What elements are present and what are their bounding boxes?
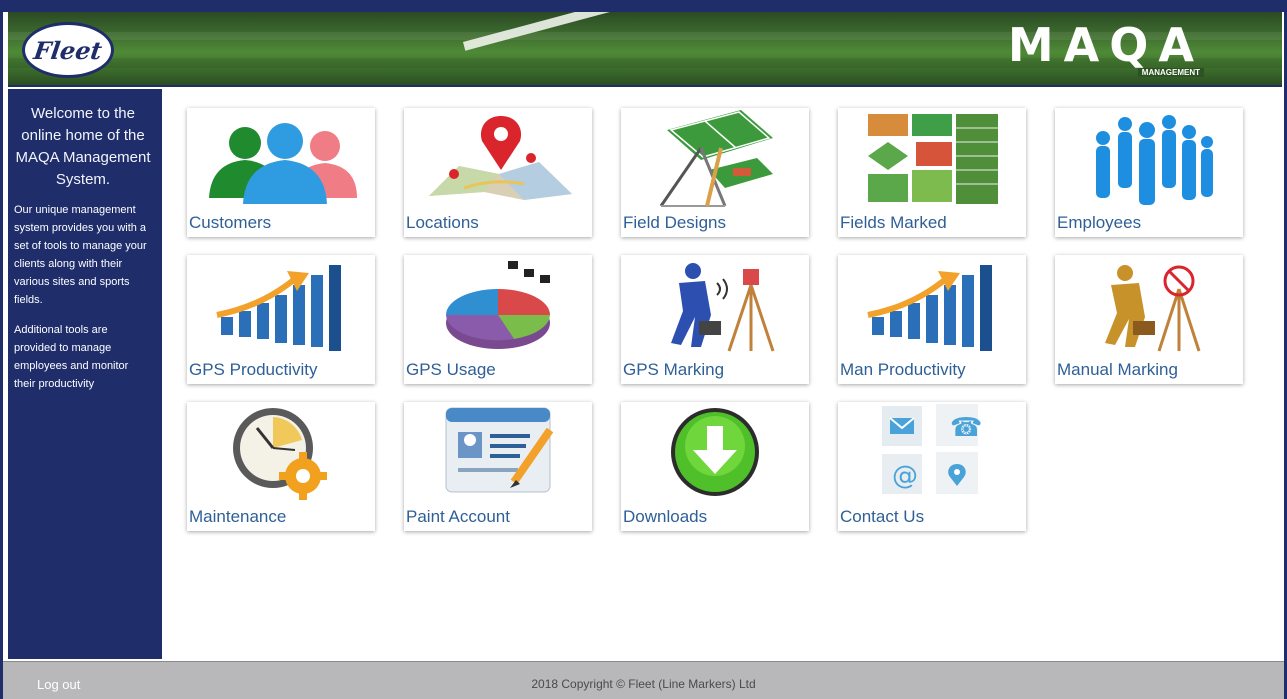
sidebar: Welcome to the online home of the MAQA M… xyxy=(8,89,162,659)
tile-maintenance[interactable]: Maintenance xyxy=(187,402,375,531)
maqa-logo: MAQA MANAGEMENT xyxy=(904,20,1204,80)
tile-contact-us[interactable]: ☎ @ Contact Us xyxy=(838,402,1026,531)
tile-man-productivity[interactable]: Man Productivity xyxy=(838,255,1026,384)
tile-employees[interactable]: Employees xyxy=(1055,108,1243,237)
gps-surveyor-icon xyxy=(671,263,775,352)
tile-paint-account[interactable]: Paint Account xyxy=(404,402,592,531)
fleet-logo-text: Fleet xyxy=(32,35,104,65)
tile-label: Customers xyxy=(189,213,272,232)
sidebar-description-additional: Additional tools are provided to manage … xyxy=(14,324,129,390)
svg-text:☎: ☎ xyxy=(950,413,982,443)
tile-label: Locations xyxy=(406,213,479,232)
tile-label: GPS Productivity xyxy=(189,360,318,379)
employees-icon xyxy=(1096,115,1213,205)
clock-gear-icon xyxy=(233,408,327,500)
tile-label: Employees xyxy=(1057,213,1142,232)
tile-label: Maintenance xyxy=(189,507,287,526)
manual-surveyor-icon xyxy=(1105,265,1201,352)
tile-label: Field Designs xyxy=(623,213,726,232)
fleet-logo[interactable]: Fleet xyxy=(22,22,114,78)
sidebar-description: Our unique management system provides yo… xyxy=(14,204,147,306)
bar-chart-icon xyxy=(216,265,341,351)
tile-gps-productivity[interactable]: GPS Productivity xyxy=(187,255,375,384)
tile-label: Paint Account xyxy=(406,507,510,526)
welcome-text: Welcome to the online home of the MAQA M… xyxy=(15,105,151,188)
header-banner: Fleet MAQA MANAGEMENT xyxy=(8,12,1282,87)
copyright-text: 2018 Copyright © Fleet (Line Markers) Lt… xyxy=(531,677,756,691)
bar-chart-icon xyxy=(867,265,992,351)
tile-customers[interactable]: Customers xyxy=(187,108,375,237)
tile-label: Manual Marking xyxy=(1057,360,1178,379)
customers-icon xyxy=(209,123,357,204)
tile-downloads[interactable]: Downloads xyxy=(621,402,809,531)
map-pin-icon xyxy=(429,116,572,200)
footer: Log out 2018 Copyright © Fleet (Line Mar… xyxy=(3,661,1284,699)
tile-gps-usage[interactable]: GPS Usage xyxy=(404,255,592,384)
tile-label: Man Productivity xyxy=(840,360,966,379)
tile-locations[interactable]: Locations xyxy=(404,108,592,237)
field-design-icon xyxy=(659,110,773,207)
tile-field-designs[interactable]: Field Designs xyxy=(621,108,809,237)
contact-icon: ☎ @ xyxy=(882,404,982,494)
tile-gps-marking[interactable]: GPS Marking xyxy=(621,255,809,384)
pie-chart-icon xyxy=(446,261,550,349)
id-card-icon xyxy=(445,407,554,493)
tile-label: Fields Marked xyxy=(840,213,947,232)
tile-label: Downloads xyxy=(623,507,708,526)
tile-fields-marked[interactable]: Fields Marked xyxy=(838,108,1026,237)
tile-label: Contact Us xyxy=(840,507,925,526)
fields-marked-icon xyxy=(868,114,998,204)
tile-label: GPS Marking xyxy=(623,360,725,379)
svg-text:@: @ xyxy=(892,461,918,491)
maqa-logo-subtext: MANAGEMENT xyxy=(1137,68,1204,77)
main-content: Customers Locations Field Designs Fields… xyxy=(162,89,1282,659)
tile-label: GPS Usage xyxy=(406,360,496,379)
download-icon xyxy=(671,408,759,496)
tile-manual-marking[interactable]: Manual Marking xyxy=(1055,255,1243,384)
maqa-logo-text: MAQA xyxy=(1007,18,1204,72)
